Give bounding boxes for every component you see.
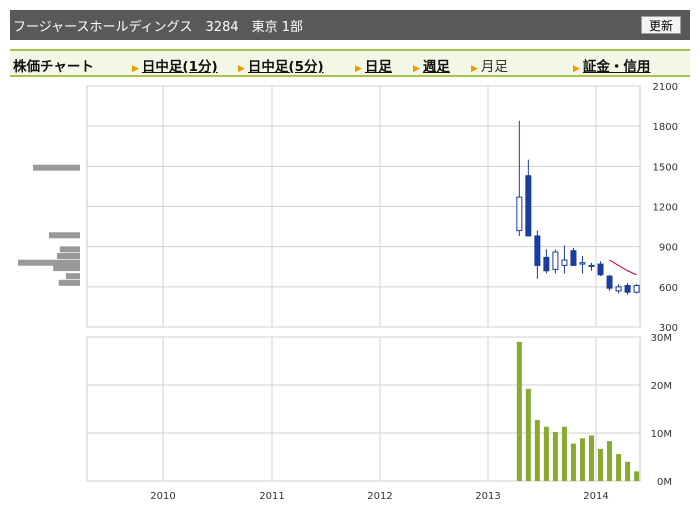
volume-tick-label: 20M xyxy=(651,381,672,392)
volume-bar xyxy=(625,461,631,481)
volume-bar xyxy=(570,443,576,481)
price-tick-label: 900 xyxy=(659,243,678,254)
candle-body xyxy=(525,175,532,237)
candle-body xyxy=(633,284,640,293)
candle-body xyxy=(570,250,577,266)
volume-bar xyxy=(525,388,531,481)
price-tick-label: 2100 xyxy=(653,82,678,93)
volume-bar xyxy=(552,432,558,481)
volume-bar xyxy=(616,454,622,481)
volume-profile-bar xyxy=(48,232,80,239)
price-tick-label: 600 xyxy=(659,283,678,294)
volume-profile-bar xyxy=(33,164,80,171)
volume-bar xyxy=(534,420,540,481)
year-tick-label: 2011 xyxy=(259,491,284,502)
candle-body xyxy=(615,286,622,292)
volume-tick-label: 30M xyxy=(651,333,672,344)
volume-bar xyxy=(561,426,567,481)
price-tick-label: 1500 xyxy=(653,162,678,173)
volume-bar xyxy=(579,438,585,481)
candle-body xyxy=(534,235,541,266)
stock-chart: 210018001500120090060030030M20M10M0M2010… xyxy=(17,82,678,502)
candle-body xyxy=(516,196,523,232)
volume-bar xyxy=(607,441,613,481)
price-tick-label: 1800 xyxy=(653,122,678,133)
year-tick-label: 2012 xyxy=(367,491,392,502)
volume-bar xyxy=(634,471,640,481)
year-tick-label: 2014 xyxy=(583,491,608,502)
volume-profile-bar xyxy=(58,279,80,286)
volume-bar xyxy=(543,426,549,481)
volume-profile-bar xyxy=(17,259,80,266)
volume-profile-bar xyxy=(53,265,80,272)
volume-tick-label: 10M xyxy=(651,429,672,440)
candle-body xyxy=(588,264,595,267)
volume-bar xyxy=(598,448,604,481)
price-tick-label: 1200 xyxy=(653,203,678,214)
candle-body xyxy=(543,256,550,272)
candle-body xyxy=(561,259,568,266)
volume-profile-bar xyxy=(56,253,80,260)
volume-profile-bar xyxy=(59,246,80,253)
volume-tick-label: 0M xyxy=(657,477,672,488)
candle-body xyxy=(624,284,631,293)
year-tick-label: 2013 xyxy=(475,491,500,502)
volume-profile-bar xyxy=(65,273,80,280)
candle-body xyxy=(606,275,613,289)
volume-bar xyxy=(588,435,594,481)
year-tick-label: 2010 xyxy=(150,491,175,502)
candle-body xyxy=(597,263,604,276)
candle-body xyxy=(552,251,559,270)
volume-bar xyxy=(516,341,522,481)
candle-body xyxy=(579,262,586,265)
